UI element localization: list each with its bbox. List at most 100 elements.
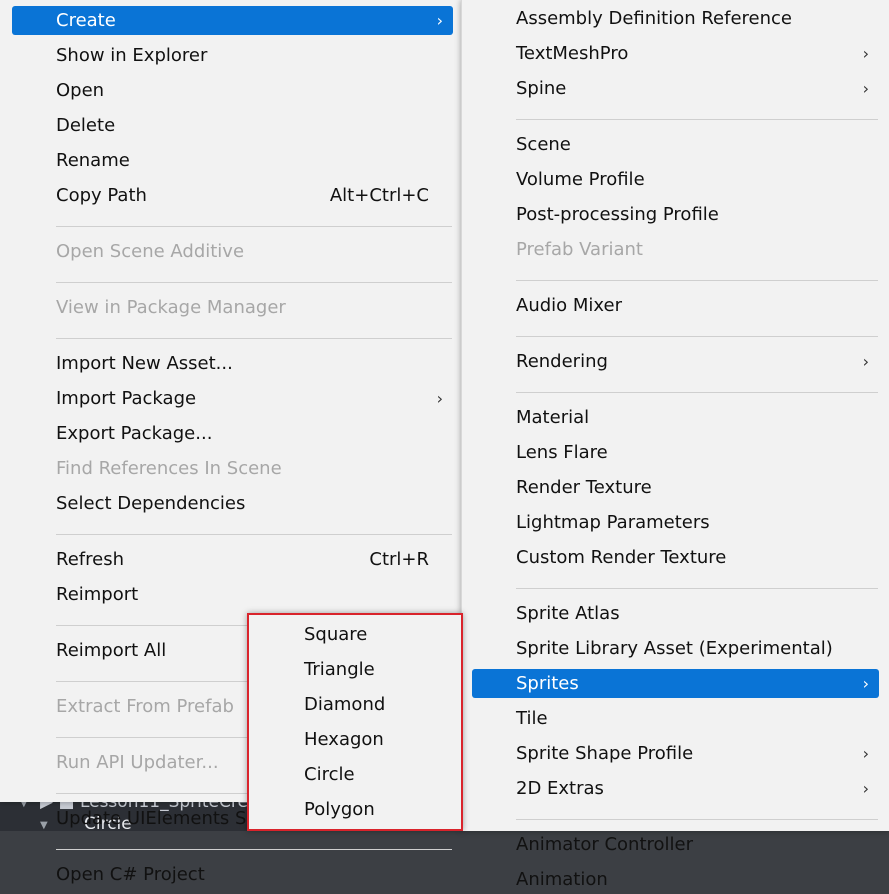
menu-item-scene[interactable]: Scene bbox=[472, 130, 879, 159]
menu-item-label: Rendering bbox=[516, 351, 608, 372]
menu-item-label: Tile bbox=[516, 708, 548, 729]
menu-item-label: Polygon bbox=[304, 799, 375, 820]
chevron-right-icon: › bbox=[862, 779, 869, 798]
menu-separator bbox=[516, 392, 878, 393]
menu-item-import-package[interactable]: Import Package › bbox=[12, 384, 453, 413]
menu-item-lightmap-parameters[interactable]: Lightmap Parameters bbox=[472, 508, 879, 537]
chevron-right-icon: › bbox=[436, 11, 443, 30]
menu-item-label: Create bbox=[56, 10, 116, 31]
menu-item-export-package[interactable]: Export Package... bbox=[12, 419, 453, 448]
menu-item-label: Lightmap Parameters bbox=[516, 512, 710, 533]
menu-item-show-in-explorer[interactable]: Show in Explorer bbox=[12, 41, 453, 70]
menu-item-circle[interactable]: Circle bbox=[249, 760, 461, 789]
menu-item-animator-controller[interactable]: Animator Controller bbox=[472, 830, 879, 859]
menu-item-rename[interactable]: Rename bbox=[12, 146, 453, 175]
menu-item-render-texture[interactable]: Render Texture bbox=[472, 473, 879, 502]
menu-item-triangle[interactable]: Triangle bbox=[249, 655, 461, 684]
menu-item-prefab-variant: Prefab Variant bbox=[472, 235, 879, 264]
menu-item-polygon[interactable]: Polygon bbox=[249, 795, 461, 824]
menu-item-label: Run API Updater... bbox=[56, 752, 219, 773]
menu-item-label: Rename bbox=[56, 150, 130, 171]
menu-separator bbox=[516, 819, 878, 820]
menu-item-sprite-atlas[interactable]: Sprite Atlas bbox=[472, 599, 879, 628]
menu-item-open-c-project[interactable]: Open C# Project bbox=[12, 860, 453, 889]
menu-item-volume-profile[interactable]: Volume Profile bbox=[472, 165, 879, 194]
menu-item-label: Import Package bbox=[56, 388, 197, 409]
menu-item-hexagon[interactable]: Hexagon bbox=[249, 725, 461, 754]
menu-item-label: Sprite Library Asset (Experimental) bbox=[516, 638, 833, 659]
sprites-submenu: Square Triangle Diamond Hexagon Circle Polygo… bbox=[247, 613, 463, 831]
menu-item-spine[interactable]: Spine › bbox=[472, 74, 879, 103]
menu-item-label: Volume Profile bbox=[516, 169, 645, 190]
menu-item-label: Select Dependencies bbox=[56, 493, 246, 514]
menu-item-reimport[interactable]: Reimport bbox=[12, 580, 453, 609]
chevron-right-icon: › bbox=[436, 389, 443, 408]
menu-item-view-in-package-manager: View in Package Manager bbox=[12, 293, 453, 322]
menu-item-rendering[interactable]: Rendering › bbox=[472, 347, 879, 376]
menu-item-custom-render-texture[interactable]: Custom Render Texture bbox=[472, 543, 879, 572]
menu-item-label: Sprite Shape Profile bbox=[516, 743, 694, 764]
menu-item-sprites[interactable]: Sprites › bbox=[472, 669, 879, 698]
menu-item-refresh[interactable]: Refresh Ctrl+R bbox=[12, 545, 453, 574]
menu-item-sprite-shape-profile[interactable]: Sprite Shape Profile › bbox=[472, 739, 879, 768]
menu-item-textmeshpro[interactable]: TextMeshPro › bbox=[472, 39, 879, 68]
menu-separator bbox=[516, 336, 878, 337]
menu-item-label: Audio Mixer bbox=[516, 295, 622, 316]
menu-item-label: Spine bbox=[516, 78, 567, 99]
menu-item-create[interactable]: Create › bbox=[12, 6, 453, 35]
menu-item-label: Animation bbox=[516, 869, 608, 890]
menu-item-label: Circle bbox=[304, 764, 355, 785]
menu-item-tile[interactable]: Tile bbox=[472, 704, 879, 733]
menu-item-label: Sprites bbox=[516, 673, 579, 694]
menu-item-label: Animator Controller bbox=[516, 834, 694, 855]
menu-item-label: Lens Flare bbox=[516, 442, 608, 463]
menu-item-audio-mixer[interactable]: Audio Mixer bbox=[472, 291, 879, 320]
menu-item-animation[interactable]: Animation bbox=[472, 865, 879, 894]
menu-item-square[interactable]: Square bbox=[249, 620, 461, 649]
shortcut-label: Ctrl+R bbox=[369, 549, 429, 570]
menu-item-label: Assembly Definition Reference bbox=[516, 8, 793, 29]
menu-item-label: TextMeshPro bbox=[516, 43, 629, 64]
menu-item-material[interactable]: Material bbox=[472, 403, 879, 432]
menu-item-label: Material bbox=[516, 407, 590, 428]
menu-item-label: Find References In Scene bbox=[56, 458, 282, 479]
menu-separator bbox=[516, 119, 878, 120]
menu-separator bbox=[56, 282, 452, 283]
menu-item-sprite-library-asset-experimental[interactable]: Sprite Library Asset (Experimental) bbox=[472, 634, 879, 663]
menu-item-label: Open C# Project bbox=[56, 864, 205, 885]
menu-item-assembly-definition-reference[interactable]: Assembly Definition Reference bbox=[472, 4, 879, 33]
create-submenu: Assembly Definition Reference TextMeshPro… bbox=[461, 0, 889, 890]
menu-item-open-scene-additive: Open Scene Additive bbox=[12, 237, 453, 266]
menu-item-label: Refresh bbox=[56, 549, 124, 570]
menu-item-2d-extras[interactable]: 2D Extras › bbox=[472, 774, 879, 803]
menu-item-select-dependencies[interactable]: Select Dependencies bbox=[12, 489, 453, 518]
menu-item-label: Render Texture bbox=[516, 477, 652, 498]
menu-item-import-new-asset[interactable]: Import New Asset... bbox=[12, 349, 453, 378]
menu-item-label: Custom Render Texture bbox=[516, 547, 727, 568]
menu-item-label: Reimport All bbox=[56, 640, 167, 661]
menu-item-diamond[interactable]: Diamond bbox=[249, 690, 461, 719]
menu-item-label: Open bbox=[56, 80, 105, 101]
chevron-right-icon: › bbox=[862, 744, 869, 763]
menu-item-label: Extract From Prefab bbox=[56, 696, 234, 717]
menu-item-label: Sprite Atlas bbox=[516, 603, 620, 624]
chevron-right-icon: › bbox=[862, 674, 869, 693]
menu-item-label: 2D Extras bbox=[516, 778, 604, 799]
menu-item-open[interactable]: Open bbox=[12, 76, 453, 105]
menu-item-delete[interactable]: Delete bbox=[12, 111, 453, 140]
chevron-right-icon: › bbox=[862, 44, 869, 63]
menu-item-label: Show in Explorer bbox=[56, 45, 208, 66]
menu-item-label: Open Scene Additive bbox=[56, 241, 245, 262]
menu-item-label: Diamond bbox=[304, 694, 386, 715]
menu-separator bbox=[516, 588, 878, 589]
chevron-right-icon: › bbox=[862, 79, 869, 98]
menu-item-label: Prefab Variant bbox=[516, 239, 643, 260]
menu-item-label: Triangle bbox=[304, 659, 375, 680]
menu-item-label: Delete bbox=[56, 115, 116, 136]
menu-separator bbox=[516, 280, 878, 281]
menu-item-post-processing-profile[interactable]: Post-processing Profile bbox=[472, 200, 879, 229]
menu-item-lens-flare[interactable]: Lens Flare bbox=[472, 438, 879, 467]
menu-item-find-references-in-scene: Find References In Scene bbox=[12, 454, 453, 483]
menu-item-label: Scene bbox=[516, 134, 571, 155]
menu-item-copy-path[interactable]: Copy Path Alt+Ctrl+C bbox=[12, 181, 453, 210]
